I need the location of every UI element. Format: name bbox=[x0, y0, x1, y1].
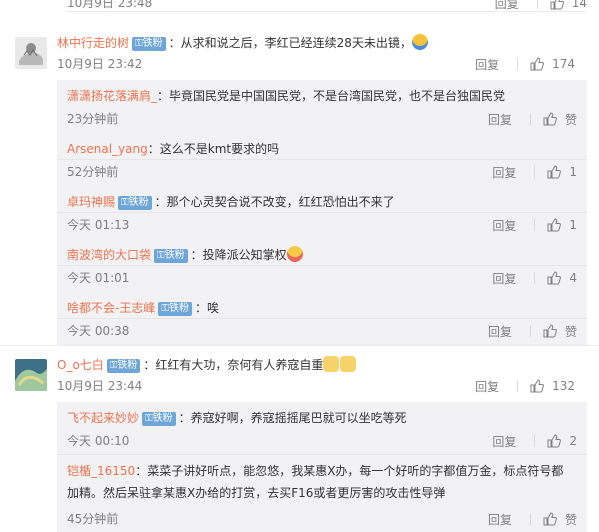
thumbs-up-icon bbox=[550, 0, 564, 10]
fan-badge[interactable]: ⚿铁粉 bbox=[118, 196, 152, 210]
like-button[interactable]: 1 bbox=[547, 165, 577, 179]
like-count: 132 bbox=[552, 379, 575, 393]
like-count: 赞 bbox=[564, 112, 577, 127]
reply-button[interactable]: 回复 bbox=[492, 217, 516, 234]
reply-button[interactable]: 回复 bbox=[492, 164, 516, 181]
like-count: 赞 bbox=[564, 324, 577, 339]
reply-username[interactable]: 卓玛神赐 bbox=[67, 195, 115, 209]
thumbs-up-icon bbox=[547, 165, 562, 179]
thumbs-up-icon bbox=[543, 512, 557, 526]
like-count: 174 bbox=[552, 57, 575, 71]
like-button[interactable]: 132 bbox=[530, 379, 575, 393]
reply-time: 52分钟前 bbox=[67, 165, 119, 179]
reply-button[interactable]: 回复 bbox=[488, 323, 512, 340]
reply-list: 飞不起来妙妙 ⚿铁粉 ：养寇好啊，养寇摇摇尾巴就可以坐吃等死 今天 00:10 回复… bbox=[57, 402, 587, 532]
like-count: 2 bbox=[569, 434, 577, 448]
fan-badge[interactable]: ⚿铁粉 bbox=[142, 412, 176, 426]
reply-button[interactable]: 回复 bbox=[475, 56, 499, 73]
reply-item: Arsenal_yang：这么不是kmt要求的吗 52分钟前 回复 1 bbox=[67, 140, 577, 180]
previous-comment-meta: 10月9日 23:48 回复 14 bbox=[67, 0, 587, 12]
like-count: 4 bbox=[569, 271, 577, 285]
reply-username[interactable]: 铠楯_16150 bbox=[67, 464, 135, 478]
comment-time: 10月9日 23:48 bbox=[67, 0, 153, 10]
comment-text: ：红红有大功，奈何有人养寇自重 bbox=[143, 358, 324, 372]
like-count: 14 bbox=[571, 0, 587, 10]
emoji-icon bbox=[340, 356, 357, 372]
reply-time: 今天 00:38 bbox=[67, 324, 130, 338]
reply-text: ：唉 bbox=[194, 301, 219, 315]
thumbs-up-icon bbox=[543, 324, 557, 338]
reply-text-continued: 加精。然后呆驻拿某惠X办给的打赏，去买F16或者更厉害的攻击性导弹 bbox=[67, 486, 446, 500]
comment-username[interactable]: 林中行走的树 bbox=[57, 36, 129, 50]
reply-text: ：投降派公知掌权 bbox=[190, 248, 287, 262]
avatar[interactable] bbox=[15, 359, 47, 391]
reply-item: 南波湾的大口袋 ⚿铁粉 ：投降派公知掌权 今天 01:01 回复 4 bbox=[67, 246, 577, 286]
reply-username[interactable]: Arsenal_yang bbox=[67, 142, 148, 156]
reply-button[interactable]: 回复 bbox=[492, 433, 516, 450]
reply-time: 今天 01:01 bbox=[67, 271, 130, 285]
thumbs-up-icon bbox=[543, 112, 557, 126]
fan-badge[interactable]: ⚿铁粉 bbox=[158, 302, 192, 316]
reply-button[interactable]: 回复 bbox=[475, 378, 499, 395]
like-button[interactable]: 2 bbox=[547, 434, 577, 448]
fan-badge[interactable]: ⚿铁粉 bbox=[154, 249, 188, 263]
reply-time: 23分钟前 bbox=[67, 112, 119, 126]
like-button[interactable]: 4 bbox=[547, 271, 577, 285]
like-button[interactable]: 赞 bbox=[543, 511, 577, 528]
reply-item: 潇潇扬花落满肩_：毕竟国民党是中国国民党，不是台湾国民党，也不是台独国民党 23… bbox=[67, 87, 577, 127]
reply-time: 45分钟前 bbox=[67, 512, 119, 526]
comment-username[interactable]: O_o七白 bbox=[57, 358, 104, 372]
like-count: 1 bbox=[569, 165, 577, 179]
like-count: 赞 bbox=[564, 512, 577, 527]
avatar[interactable] bbox=[15, 37, 47, 69]
like-count: 1 bbox=[569, 218, 577, 232]
reply-item: 飞不起来妙妙 ⚿铁粉 ：养寇好啊，养寇摇摇尾巴就可以坐吃等死 今天 00:10 回复… bbox=[67, 409, 577, 449]
reply-item: 啥都不会-王志峰 ⚿铁粉 ：唉 今天 00:38 回复 赞 bbox=[67, 299, 577, 339]
reply-button[interactable]: 回复 bbox=[488, 511, 512, 528]
thumbs-up-icon bbox=[547, 434, 562, 448]
thumbs-up-icon bbox=[547, 271, 562, 285]
reply-text: ：毕竟国民党是中国国民党，不是台湾国民党，也不是台独国民党 bbox=[157, 89, 506, 103]
reply-text: ：这么不是kmt要求的吗 bbox=[147, 142, 280, 156]
reply-button[interactable]: 回复 bbox=[488, 111, 512, 128]
reply-username[interactable]: 啥都不会-王志峰 bbox=[67, 301, 155, 315]
reply-username[interactable]: 飞不起来妙妙 bbox=[67, 411, 139, 425]
like-button[interactable]: 赞 bbox=[543, 111, 577, 128]
thumbs-up-icon bbox=[530, 379, 545, 393]
comment-time: 10月9日 23:44 bbox=[57, 379, 143, 393]
reply-item: 铠楯_16150：菜菜子讲好听点，能忽悠，我某惠X办，每一个好听的字都值万金，标… bbox=[67, 462, 577, 528]
emoji-icon bbox=[323, 356, 340, 372]
like-button[interactable]: 赞 bbox=[543, 323, 577, 340]
reply-text: ：那个心灵契合说不改变，红红恐怕出不来了 bbox=[154, 195, 395, 209]
reply-time: 今天 01:13 bbox=[67, 218, 130, 232]
reply-item: 卓玛神赐 ⚿铁粉 ：那个心灵契合说不改变，红红恐怕出不来了 今天 01:13 回复 … bbox=[67, 193, 577, 233]
reply-username[interactable]: 南波湾的大口袋 bbox=[67, 248, 151, 262]
fan-badge[interactable]: ⚿铁粉 bbox=[132, 37, 166, 51]
like-button[interactable]: 174 bbox=[530, 57, 575, 71]
emoji-icon bbox=[286, 246, 303, 262]
reply-text: ：养寇好啊，养寇摇摇尾巴就可以坐吃等死 bbox=[178, 411, 407, 425]
reply-button[interactable]: 回复 bbox=[492, 270, 516, 287]
comment-time: 10月9日 23:42 bbox=[57, 57, 143, 71]
like-button[interactable]: 14 bbox=[550, 0, 587, 10]
reply-list: 潇潇扬花落满肩_：毕竟国民党是中国国民党，不是台湾国民党，也不是台独国民党 23… bbox=[57, 80, 587, 345]
fan-badge[interactable]: ⚿铁粉 bbox=[106, 359, 141, 373]
emoji-icon bbox=[411, 34, 428, 50]
reply-time: 今天 00:10 bbox=[67, 434, 130, 448]
thumbs-up-icon bbox=[547, 218, 562, 232]
reply-button[interactable]: 回复 bbox=[495, 0, 519, 12]
comment-text: ：从求和说之后，李红已经连续28天未出镜， bbox=[168, 36, 412, 50]
reply-username[interactable]: 潇潇扬花落满肩_ bbox=[67, 89, 157, 103]
thumbs-up-icon bbox=[530, 57, 545, 71]
like-button[interactable]: 1 bbox=[547, 218, 577, 232]
reply-text: ：菜菜子讲好听点，能忽悠，我某惠X办，每一个好听的字都值万金，标点符号都 bbox=[135, 464, 564, 478]
